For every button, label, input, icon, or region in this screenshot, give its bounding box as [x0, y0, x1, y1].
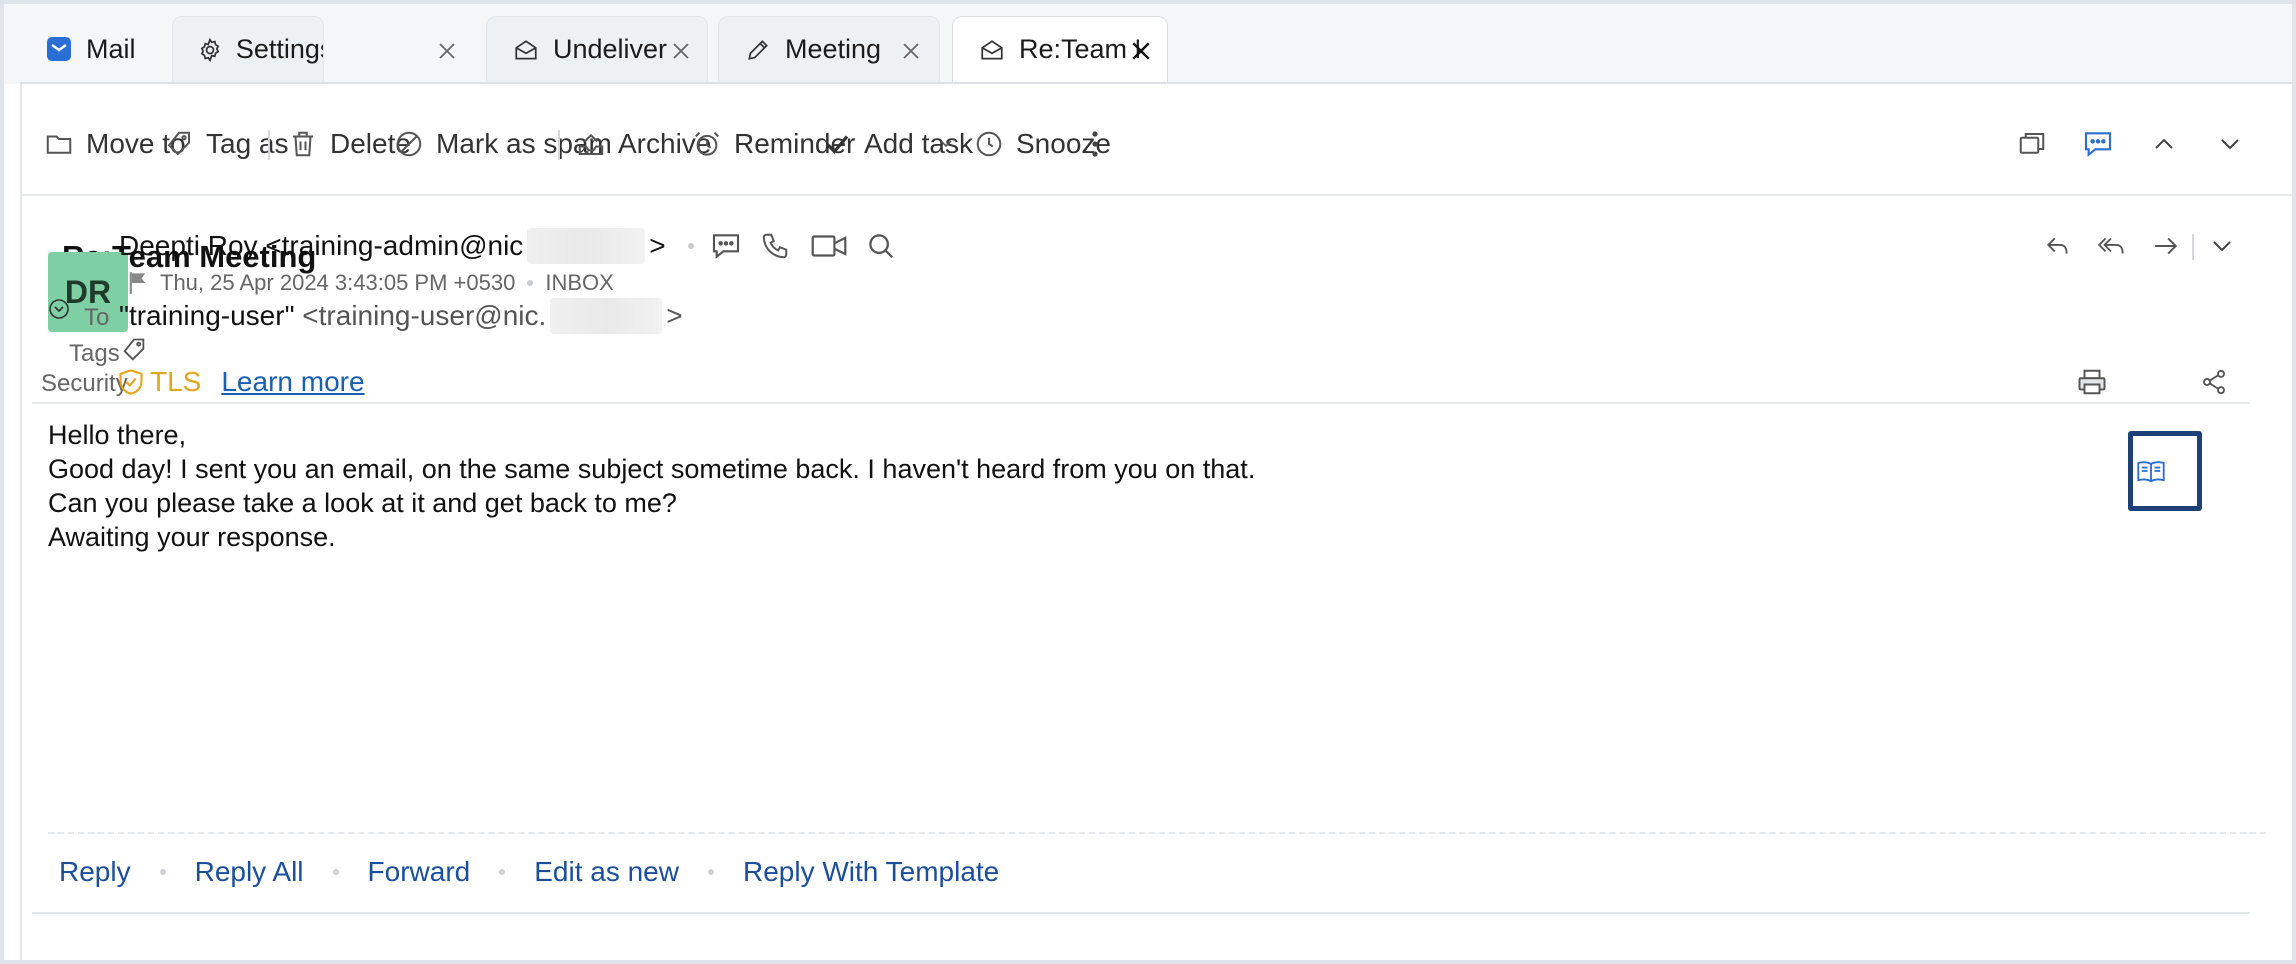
tab-bar: Mail Settings Undelivered Meeting [4, 4, 2292, 84]
to-email: <training-user@nic. [302, 300, 547, 331]
toolbar-separator [268, 130, 270, 160]
edit-as-new-link[interactable]: Edit as new [534, 856, 679, 888]
tags-label: Tags [69, 340, 120, 367]
to-recipient[interactable]: "training-user" <training-user@nic. > [119, 298, 683, 334]
to-name: "training-user" [119, 300, 295, 331]
conversation-view-icon[interactable] [2014, 126, 2050, 162]
chevron-down-icon[interactable] [936, 134, 956, 154]
delete-button[interactable]: Delete [288, 124, 411, 164]
sender-line: Deepti Roy <training-admin@nic > [119, 228, 896, 264]
chat-icon[interactable] [710, 231, 742, 261]
close-icon[interactable] [434, 38, 460, 64]
tag-icon[interactable] [118, 334, 150, 366]
toolbar-separator [558, 130, 560, 160]
forward-icon[interactable] [2148, 228, 2184, 264]
clock-icon [976, 131, 1002, 157]
tab-settings[interactable]: Settings [172, 16, 324, 82]
reply-with-template-link[interactable]: Reply With Template [743, 856, 999, 888]
reply-link[interactable]: Reply [59, 856, 131, 888]
add-task-label: Add task [864, 128, 973, 159]
alarm-clock-icon [695, 132, 719, 156]
email-meta: Thu, 25 Apr 2024 3:43:05 PM +0530 INBOX [128, 270, 614, 296]
envelope-open-icon [977, 35, 1007, 65]
tls-indicator: TLS Learn more [118, 366, 365, 398]
separator-dot [332, 869, 339, 875]
mail-app-icon [44, 34, 74, 64]
security-label: Security [41, 370, 128, 397]
email-date: Thu, 25 Apr 2024 3:43:05 PM +0530 [160, 270, 516, 295]
header-separator [2192, 234, 2194, 260]
tag-icon [167, 131, 190, 156]
tab-label: Undelivered [553, 34, 668, 64]
body-line: Good day! I sent you an email, on the sa… [48, 454, 1256, 484]
tab-label: Meeting [785, 34, 882, 64]
video-call-icon[interactable] [810, 232, 848, 260]
envelope-open-icon [511, 35, 541, 65]
gear-icon [197, 35, 224, 65]
forward-link[interactable]: Forward [368, 856, 471, 888]
share-icon[interactable] [2196, 364, 2232, 400]
separator-dot [159, 869, 166, 875]
message-toolbar: Move to Tag as Delete Mark as spam Archi… [22, 84, 2294, 196]
tls-label: TLS [150, 366, 202, 397]
previous-message-icon[interactable] [2146, 126, 2182, 162]
body-line: Can you please take a look at it and get… [48, 488, 677, 518]
email-folder[interactable]: INBOX [545, 270, 613, 296]
sender-email-end: > [649, 230, 666, 261]
chat-comments-icon[interactable] [2080, 126, 2116, 162]
phone-icon[interactable] [760, 231, 790, 261]
body-line: Awaiting your response. [48, 522, 336, 552]
app-window: Mail Settings Undelivered Meeting [4, 4, 2294, 960]
more-options-icon[interactable] [1082, 126, 1108, 162]
print-icon[interactable] [2074, 364, 2110, 400]
to-label: To [84, 304, 110, 331]
footer-divider [32, 912, 2250, 914]
folder-icon [46, 135, 72, 154]
flag-icon[interactable] [128, 271, 148, 295]
tab-label: Settings [235, 34, 323, 64]
tag-as-label: Tag as [206, 128, 289, 159]
separator-dot [527, 280, 534, 286]
chevron-down-icon[interactable] [2204, 228, 2240, 264]
header-divider [32, 402, 2250, 404]
body-divider [48, 832, 2266, 834]
close-icon[interactable] [668, 38, 694, 64]
to-email-end: > [666, 300, 683, 331]
redacted-text [550, 298, 663, 334]
tab-label: Mail [86, 33, 136, 64]
sender-email[interactable]: <training-admin@nic [265, 230, 523, 262]
email-body: Hello there, Good day! I sent you an ema… [48, 418, 1255, 554]
pencil-icon [743, 35, 773, 65]
search-icon[interactable] [866, 231, 896, 261]
separator-dot [707, 869, 714, 875]
separator-dot [687, 243, 694, 249]
trash-icon [293, 131, 313, 157]
body-line: Hello there, [48, 420, 187, 450]
spam-icon [396, 131, 422, 157]
close-icon[interactable] [1128, 38, 1154, 64]
message-panel: Move to Tag as Delete Mark as spam Archi… [20, 84, 2294, 960]
separator-dot [499, 869, 506, 875]
expand-recipients-icon[interactable] [46, 296, 72, 322]
tab-label: Re:Team Meeting [1019, 34, 1139, 64]
reply-icon[interactable] [2040, 228, 2076, 264]
redacted-text [527, 228, 646, 264]
reply-all-link[interactable]: Reply All [195, 856, 304, 888]
learn-more-link[interactable]: Learn more [221, 366, 364, 398]
reply-actions: Reply Reply All Forward Edit as new Repl… [59, 856, 999, 888]
next-message-icon[interactable] [2212, 126, 2248, 162]
shield-check-icon [119, 369, 143, 395]
sender-name[interactable]: Deepti Roy [119, 230, 258, 262]
highlight-box [2128, 431, 2202, 511]
close-icon[interactable] [898, 38, 924, 64]
tab-mail[interactable]: Mail [20, 16, 172, 82]
archive-icon [578, 133, 604, 155]
checkmark-icon [825, 135, 849, 154]
reply-all-icon[interactable] [2094, 228, 2130, 264]
